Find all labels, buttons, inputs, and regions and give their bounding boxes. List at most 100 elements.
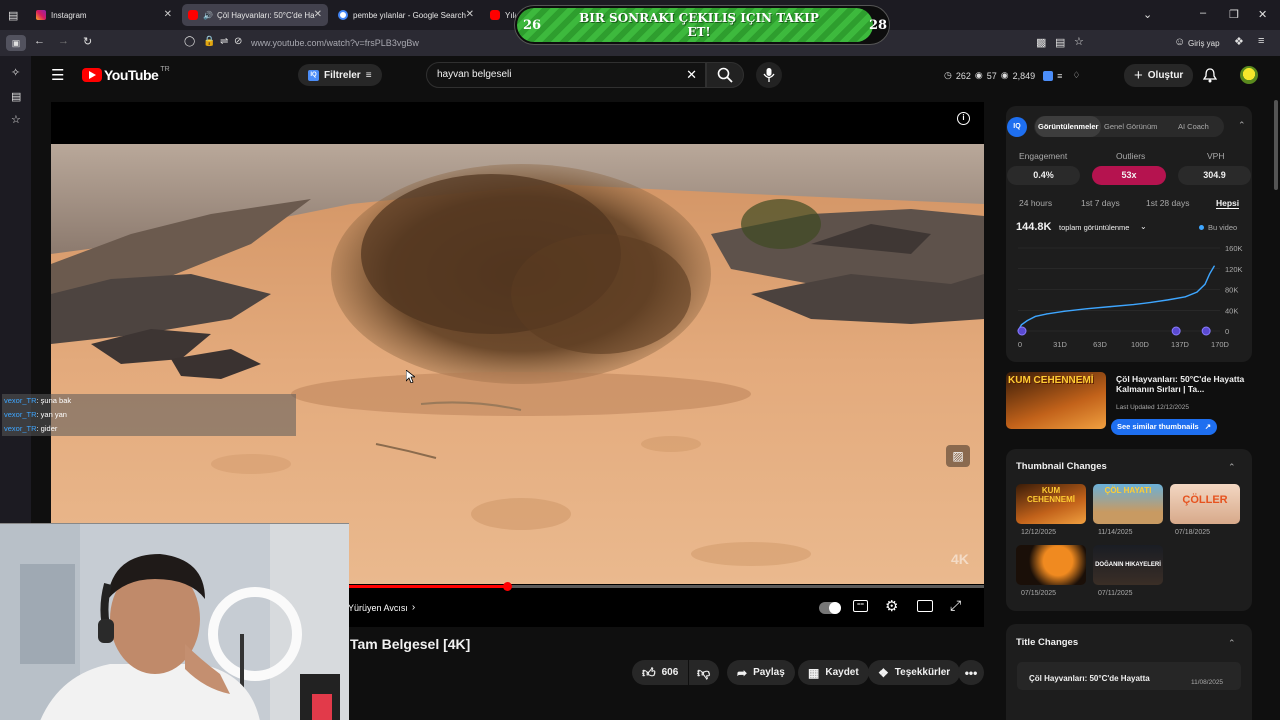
- tab-instagram[interactable]: Instagram ✕: [30, 4, 178, 26]
- similar-title[interactable]: Çöl Hayvanları: 50°C'de Hayatta Kalmanın…: [1116, 374, 1251, 394]
- history-icon[interactable]: ▤: [11, 90, 21, 103]
- like-button[interactable]: 👍︎ 606: [632, 660, 688, 685]
- speaker-icon[interactable]: 🔊: [203, 11, 213, 20]
- thumbnail-change-item[interactable]: ÇÖLLER: [1170, 484, 1240, 524]
- chapter-button[interactable]: Yürüyen Avcısı ›: [348, 602, 415, 613]
- filters-button[interactable]: IQ Filtreler ≡: [298, 64, 382, 86]
- chart-y-tick: 120K: [1225, 265, 1243, 274]
- close-icon[interactable]: ✕: [164, 9, 172, 20]
- collapse-icon[interactable]: ⌃: [1238, 120, 1246, 131]
- range-24h[interactable]: 24 hours: [1019, 198, 1052, 208]
- more-actions-button[interactable]: •••: [958, 660, 984, 685]
- range-7d[interactable]: 1st 7 days: [1081, 198, 1120, 208]
- thumbnail-change-item[interactable]: [1016, 545, 1086, 585]
- chart-point: [1046, 313, 1048, 315]
- theater-mode-icon[interactable]: [917, 600, 933, 612]
- thanks-button[interactable]: ❖ Teşekkürler: [868, 660, 961, 685]
- see-similar-button[interactable]: See similar thumbnails ↗: [1111, 419, 1218, 435]
- banner-text: BIR SONRAKI ÇEKILIŞ IÇIN TAKIP ET!: [579, 11, 819, 39]
- chevron-down-icon[interactable]: ⌄: [1140, 222, 1147, 231]
- tab-list-icon[interactable]: ▤: [8, 9, 18, 22]
- range-28d[interactable]: 1st 28 days: [1146, 198, 1189, 208]
- chevron-down-icon[interactable]: ⌄: [1143, 8, 1152, 21]
- tab-views[interactable]: Görüntülenmeler: [1035, 116, 1102, 137]
- search-input[interactable]: hayvan belgeseli ✕: [426, 62, 706, 88]
- reader-icon[interactable]: ▤: [1055, 36, 1065, 49]
- reload-icon[interactable]: ↻: [83, 35, 92, 48]
- forward-icon[interactable]: →: [58, 35, 69, 47]
- close-icon[interactable]: ✕: [314, 9, 322, 20]
- bookmarks-icon[interactable]: ☆: [11, 113, 21, 126]
- vidiq-icon[interactable]: [1043, 70, 1054, 81]
- back-icon[interactable]: ←: [34, 35, 45, 47]
- similar-thumbnail[interactable]: KUM CEHENNEMİ: [1006, 372, 1106, 429]
- thumbnail-caption: ÇÖLLER: [1182, 494, 1228, 506]
- range-all[interactable]: Hepsi: [1216, 198, 1240, 209]
- mouse-cursor: [406, 370, 415, 383]
- settings-gear-icon[interactable]: ⚙: [885, 597, 898, 615]
- lock-icon[interactable]: 🔒: [203, 36, 215, 47]
- tab-google[interactable]: pembe yılanlar - Google Search ✕: [332, 4, 480, 26]
- thumbnail-change-item[interactable]: ÇÖL HAYATI: [1093, 484, 1163, 524]
- chart-point: [1209, 273, 1211, 275]
- thumbnail-change-item[interactable]: DOĞANIN HIKAYELERİ: [1093, 545, 1163, 585]
- no-tracking-icon[interactable]: ⊘: [234, 36, 242, 47]
- page-scrollbar[interactable]: [1274, 100, 1278, 190]
- permissions-icon[interactable]: ⇌: [220, 36, 228, 47]
- progress-bar[interactable]: [348, 582, 984, 591]
- url-field[interactable]: www.youtube.com/watch?v=frsPLB3vgBw: [251, 38, 419, 48]
- chart-y-tick: 160K: [1225, 244, 1243, 253]
- shield-icon[interactable]: ◯: [184, 36, 195, 47]
- info-icon[interactable]: i: [957, 112, 970, 125]
- tab-overview[interactable]: Genel Görünüm: [1104, 122, 1157, 131]
- chart-point: [1109, 306, 1111, 308]
- menu-icon[interactable]: ≡: [1258, 35, 1264, 47]
- screenshot-icon[interactable]: ▩: [1036, 36, 1046, 49]
- notifications-bell-icon[interactable]: [1203, 68, 1217, 83]
- create-button[interactable]: + Oluştur: [1124, 64, 1194, 87]
- search-button[interactable]: [706, 62, 744, 88]
- close-icon[interactable]: ✕: [466, 9, 474, 20]
- bookmark-star-icon[interactable]: ☆: [1074, 35, 1084, 48]
- close-window-icon[interactable]: ✕: [1258, 8, 1267, 21]
- ai-chat-icon[interactable]: ✧: [11, 66, 20, 79]
- dislike-button[interactable]: 👎︎: [689, 660, 719, 685]
- subtitles-icon[interactable]: ==: [853, 600, 868, 612]
- share-button[interactable]: ➦ Paylaş: [727, 660, 795, 685]
- miniplayer-icon[interactable]: ▨: [946, 445, 970, 467]
- maximize-icon[interactable]: ❐: [1229, 8, 1239, 21]
- youtube-logo[interactable]: YouTube TR: [82, 66, 170, 83]
- autoplay-toggle[interactable]: [819, 602, 841, 614]
- chapter-title: Yürüyen Avcısı: [348, 602, 408, 613]
- tab-youtube-2[interactable]: Yılan: [484, 4, 516, 26]
- fullscreen-icon[interactable]: ⤢: [950, 597, 961, 614]
- account-icon[interactable]: ☺: [1174, 36, 1185, 48]
- progress-scrubber[interactable]: [503, 582, 512, 591]
- chat-username: vexor_TR: [4, 396, 37, 405]
- sidebar-toggle-icon[interactable]: ▣: [6, 35, 26, 51]
- views-dropdown[interactable]: toplam görüntülenme: [1059, 223, 1129, 232]
- last-updated: Last Updated 12/12/2025: [1116, 404, 1190, 411]
- chat-message: vexor_TR: yan yan: [2, 408, 296, 422]
- collapse-icon[interactable]: ⌃: [1228, 638, 1236, 649]
- list-icon[interactable]: ≡: [1057, 71, 1062, 81]
- tab-youtube-active[interactable]: 🔊 Çöl Hayvanları: 50°C'de Ha ✕: [182, 4, 328, 26]
- hamburger-icon[interactable]: ☰: [51, 66, 64, 84]
- thumbnail-change-item[interactable]: KUM CEHENNEMİ: [1016, 484, 1086, 524]
- eye-icon: ◉: [974, 70, 983, 80]
- extensions-icon[interactable]: ❖: [1234, 35, 1244, 48]
- youtube-icon: [188, 10, 198, 20]
- metric-label-engagement: Engagement: [1019, 151, 1068, 161]
- avatar[interactable]: [1240, 66, 1258, 84]
- collapse-icon[interactable]: ⌃: [1228, 462, 1236, 473]
- voice-search-button[interactable]: [756, 62, 782, 88]
- like-count: 606: [661, 667, 679, 678]
- tab-ai-coach[interactable]: AI Coach: [1178, 122, 1209, 131]
- progress-fill: [348, 585, 507, 588]
- minimize-icon[interactable]: –: [1200, 7, 1206, 19]
- clear-search-icon[interactable]: ✕: [686, 67, 697, 83]
- signin-button[interactable]: Giriş yap: [1188, 39, 1220, 48]
- trophy-icon[interactable]: ♢: [1072, 70, 1080, 81]
- super-thanks-icon: ❖: [878, 665, 889, 680]
- save-button[interactable]: ▦ Kaydet: [798, 660, 869, 685]
